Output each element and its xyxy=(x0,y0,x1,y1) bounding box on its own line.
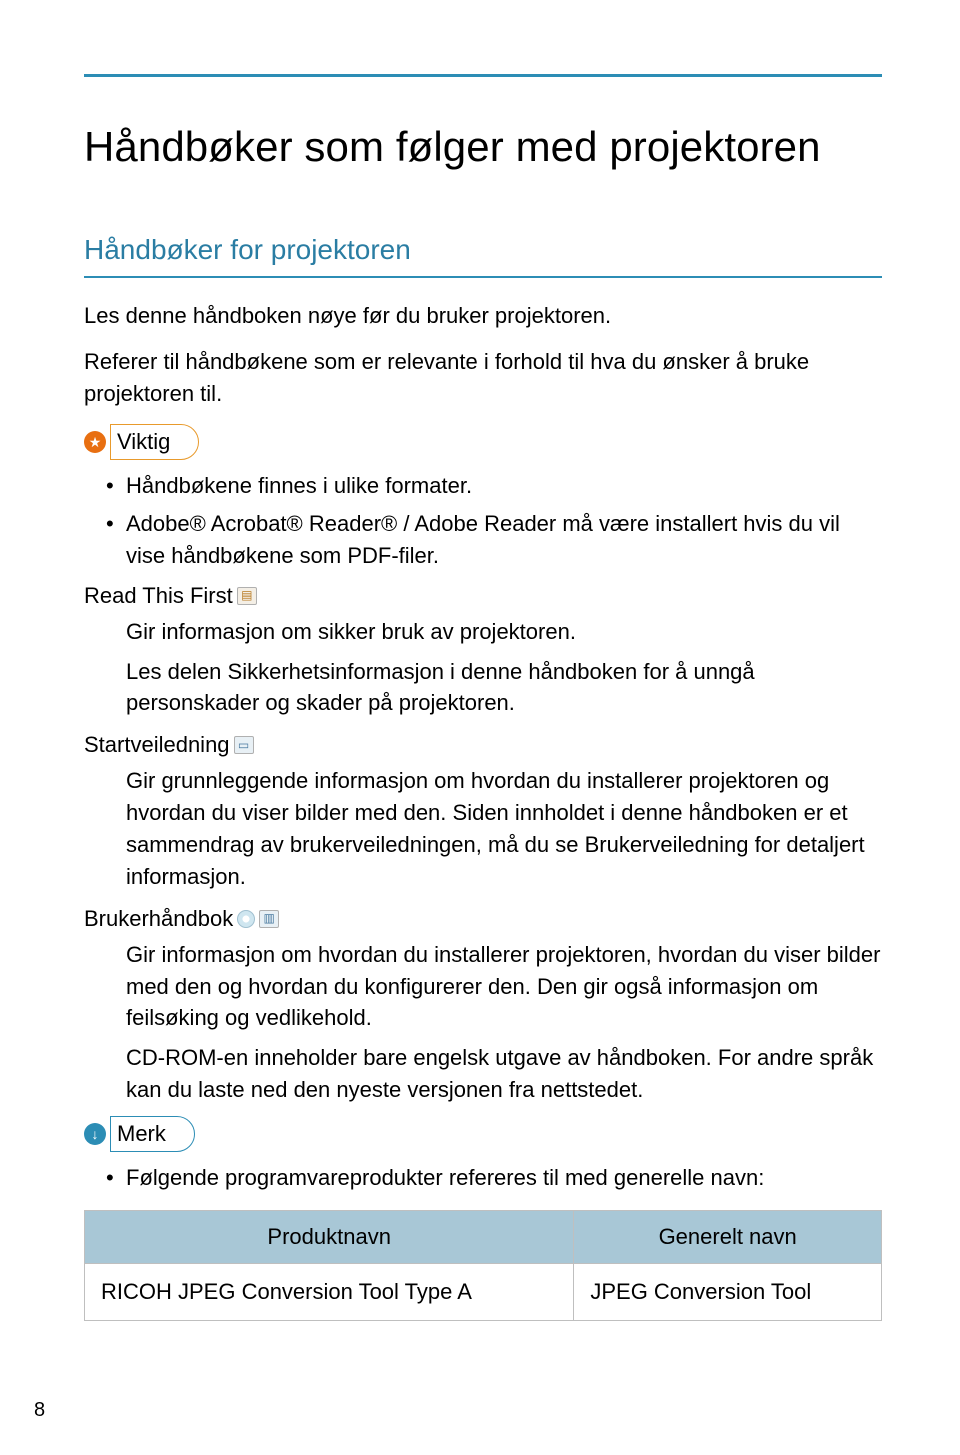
top-rule xyxy=(84,74,882,77)
table-cell: JPEG Conversion Tool xyxy=(574,1263,882,1320)
manual-icon: ▥ xyxy=(259,910,279,928)
merk-label-row: ↓ Merk xyxy=(84,1116,882,1152)
list-item: Adobe® Acrobat® Reader® / Adobe Reader m… xyxy=(126,508,882,572)
table-cell: RICOH JPEG Conversion Tool Type A xyxy=(85,1263,574,1320)
products-table: Produktnavn Generelt navn RICOH JPEG Con… xyxy=(84,1210,882,1321)
brukerhandbok-heading: Brukerhåndbok ▥ xyxy=(84,903,882,935)
paragraph: CD-ROM-en inneholder bare engelsk utgave… xyxy=(126,1042,882,1106)
star-icon: ★ xyxy=(84,431,106,453)
paragraph: Gir informasjon om sikker bruk av projek… xyxy=(126,616,882,648)
table-header: Generelt navn xyxy=(574,1210,882,1263)
section-title: Håndbøker for projektoren xyxy=(84,230,882,279)
read-this-first-body: Gir informasjon om sikker bruk av projek… xyxy=(84,616,882,720)
section-head-text: Startveiledning xyxy=(84,729,230,761)
section-head-text: Read This First xyxy=(84,580,233,612)
section-head-text: Brukerhåndbok xyxy=(84,903,233,935)
list-item: Håndbøkene finnes i ulike formater. xyxy=(126,470,882,502)
cd-icon xyxy=(237,910,255,928)
paragraph: Gir informasjon om hvordan du installere… xyxy=(126,939,882,1035)
table-row: RICOH JPEG Conversion Tool Type A JPEG C… xyxy=(85,1263,882,1320)
page-number: 8 xyxy=(34,1396,45,1425)
read-this-first-heading: Read This First ▤ xyxy=(84,580,882,612)
startveiledning-heading: Startveiledning ▭ xyxy=(84,729,882,761)
brukerhandbok-body: Gir informasjon om hvordan du installere… xyxy=(84,939,882,1106)
paragraph: Gir grunnleggende informasjon om hvordan… xyxy=(126,765,882,893)
merk-label: Merk xyxy=(110,1116,195,1152)
paragraph: Les delen Sikkerhetsinformasjon i denne … xyxy=(126,656,882,720)
list-item: Følgende programvareprodukter refereres … xyxy=(126,1162,882,1194)
intro-paragraph-1: Les denne håndboken nøye før du bruker p… xyxy=(84,300,882,332)
viktig-label-row: ★ Viktig xyxy=(84,424,882,460)
booklet-icon: ▤ xyxy=(237,587,257,605)
page-title: Håndbøker som følger med projektoren xyxy=(84,117,882,178)
merk-bullet-list: Følgende programvareprodukter refereres … xyxy=(84,1162,882,1194)
sheet-icon: ▭ xyxy=(234,736,254,754)
intro-paragraph-2: Referer til håndbøkene som er relevante … xyxy=(84,346,882,410)
viktig-label: Viktig xyxy=(110,424,199,460)
viktig-bullet-list: Håndbøkene finnes i ulike formater. Adob… xyxy=(84,470,882,572)
table-header: Produktnavn xyxy=(85,1210,574,1263)
arrow-down-icon: ↓ xyxy=(84,1123,106,1145)
startveiledning-body: Gir grunnleggende informasjon om hvordan… xyxy=(84,765,882,893)
